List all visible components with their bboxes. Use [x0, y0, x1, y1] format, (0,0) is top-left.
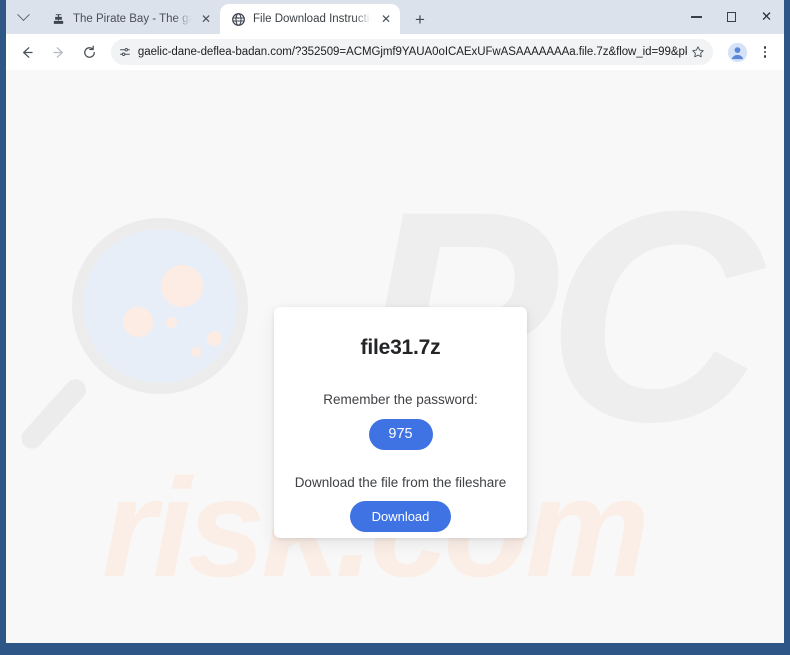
- password-value-badge[interactable]: 975: [368, 419, 433, 450]
- lens-dot: [123, 307, 153, 337]
- magnifying-glass-icon: [17, 218, 268, 468]
- account-avatar-icon: [727, 42, 747, 62]
- browser-toolbar: gaelic-dane-deflea-badan.com/?352509=ACM…: [6, 34, 784, 70]
- forward-arrow-icon: [52, 46, 63, 58]
- three-dots-menu-icon: [763, 45, 767, 49]
- tab-search-button[interactable]: [6, 0, 40, 34]
- tune-sliders-icon[interactable]: [119, 45, 131, 59]
- reload-icon: [83, 45, 95, 58]
- tab-close-button[interactable]: ✕: [198, 11, 214, 27]
- chevron-down-icon: [16, 7, 30, 21]
- browser-tab-pirate-bay[interactable]: The Pirate Bay - The galaxy's m ✕: [40, 4, 220, 34]
- fileshare-label: Download the file from the fileshare: [294, 474, 507, 490]
- lens-dot: [166, 317, 177, 328]
- maximize-button[interactable]: [714, 0, 749, 34]
- bookmark-button[interactable]: [687, 41, 709, 63]
- tab-title: The Pirate Bay - The galaxy's m: [73, 13, 191, 25]
- download-button-container: Download: [274, 490, 527, 532]
- window-controls: ✕: [679, 0, 784, 34]
- browser-menu-button[interactable]: [754, 39, 776, 65]
- pirate-ship-icon: [53, 13, 64, 24]
- password-label: Remember the password:: [323, 392, 478, 407]
- minimize-icon: [691, 16, 702, 18]
- reload-button[interactable]: [74, 37, 104, 67]
- back-button[interactable]: [12, 37, 42, 67]
- tab-strip: The Pirate Bay - The galaxy's m ✕ File D…: [6, 0, 784, 34]
- tab-title: File Download Instructions for t: [253, 13, 371, 25]
- password-value-container: 975: [274, 407, 527, 450]
- browser-tab-file-download-instructions[interactable]: File Download Instructions for t ✕: [220, 4, 400, 34]
- profile-button[interactable]: [724, 39, 750, 65]
- magnifier-handle: [17, 374, 91, 453]
- tab-close-button[interactable]: ✕: [378, 11, 394, 27]
- new-tab-button[interactable]: +: [406, 6, 434, 34]
- magnifier-lens: [72, 218, 248, 394]
- globe-icon: [232, 12, 245, 26]
- menu-dot: [763, 50, 767, 54]
- close-window-button[interactable]: ✕: [749, 0, 784, 34]
- page-viewport: PC risk.com file31.7z Remember the passw…: [6, 70, 784, 643]
- lens-dot: [191, 347, 201, 357]
- menu-dot: [763, 55, 767, 59]
- browser-window: The Pirate Bay - The galaxy's m ✕ File D…: [0, 0, 790, 655]
- forward-button[interactable]: [43, 37, 73, 67]
- address-bar[interactable]: gaelic-dane-deflea-badan.com/?352509=ACM…: [111, 39, 713, 65]
- close-icon: ✕: [760, 9, 773, 25]
- star-icon: [692, 46, 704, 58]
- lens-dot: [207, 331, 222, 346]
- maximize-icon: [726, 12, 737, 22]
- download-instructions-card: file31.7z Remember the password: 975 Dow…: [274, 307, 527, 538]
- file-name-title: file31.7z: [360, 336, 441, 359]
- url-text[interactable]: gaelic-dane-deflea-badan.com/?352509=ACM…: [138, 46, 687, 58]
- lens-dot: [161, 265, 203, 307]
- minimize-button[interactable]: [679, 0, 714, 34]
- download-button[interactable]: Download: [349, 500, 452, 532]
- back-arrow-icon: [22, 46, 33, 58]
